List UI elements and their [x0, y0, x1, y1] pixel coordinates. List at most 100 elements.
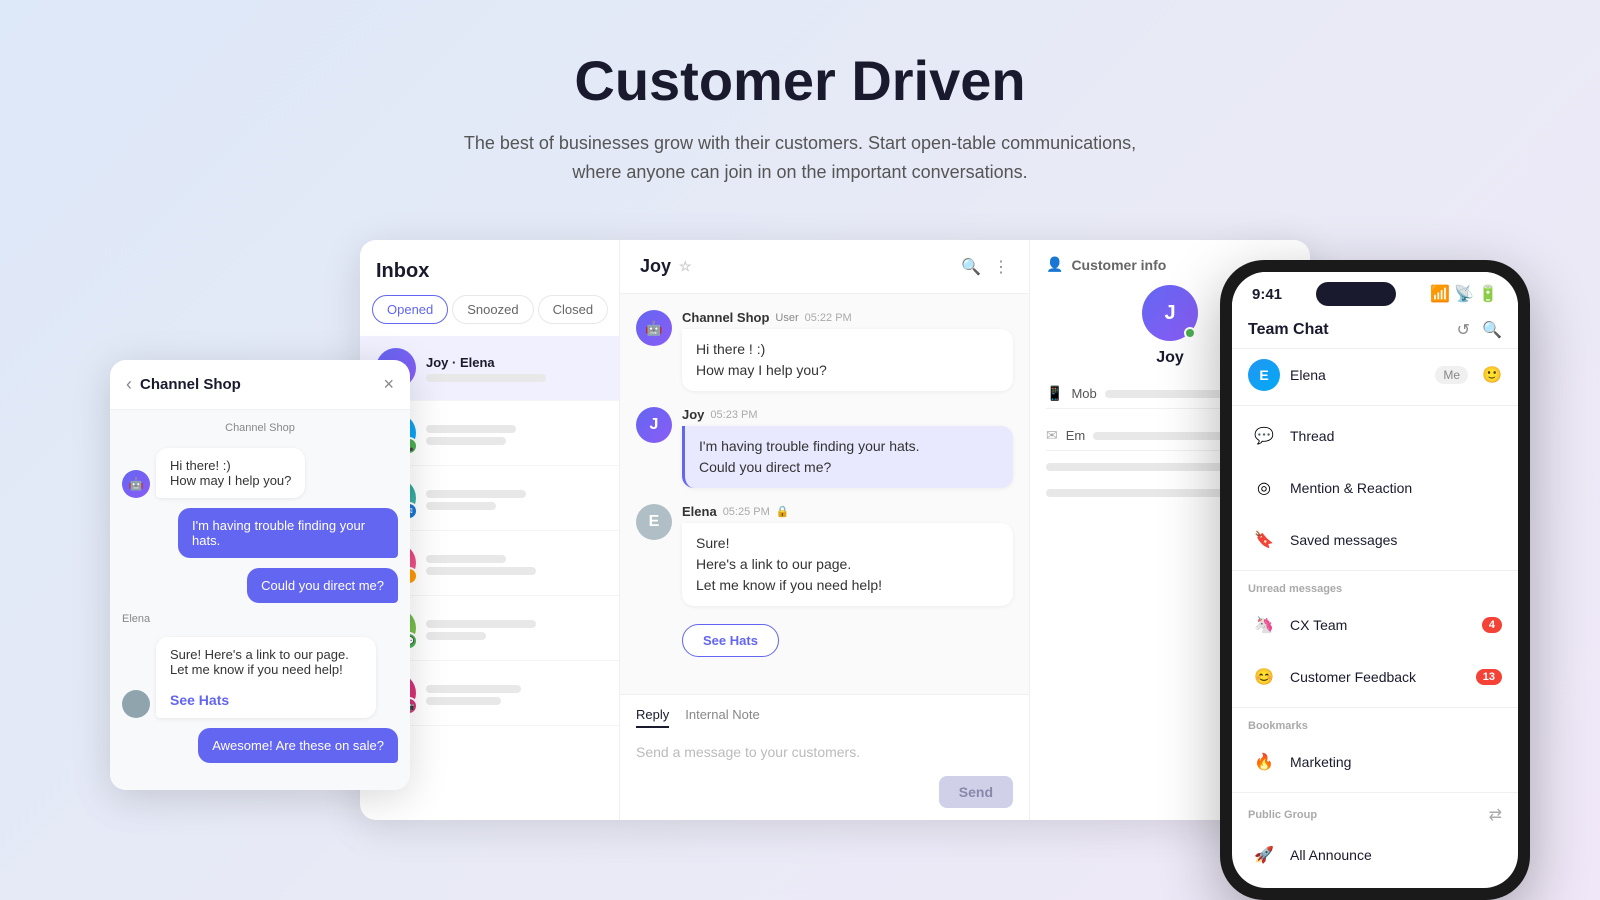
chat-panel: Joy ☆ 🔍 ⋮ 🤖 Channel Shop User 05	[620, 240, 1030, 820]
mention-icon: ◎	[1248, 472, 1280, 504]
main-heading: Customer Driven	[0, 48, 1600, 113]
emoji-icon: 🙂	[1482, 365, 1502, 385]
message-input[interactable]: Send a message to your customers.	[636, 736, 1013, 768]
phone-status-bar: 9:41 📶 📡 🔋	[1232, 272, 1518, 312]
close-button[interactable]: ×	[383, 374, 394, 395]
marketing-label: Marketing	[1290, 754, 1502, 770]
back-button[interactable]: ‹	[126, 374, 132, 395]
phone-pill	[1316, 282, 1396, 306]
inbox-tabs: Opened Snoozed Closed	[360, 295, 619, 336]
msg-bubble-highlighted: I'm having trouble finding your hats.Cou…	[682, 426, 1013, 488]
ui-area: ‹ Channel Shop × Channel Shop 🤖 Hi there…	[200, 240, 1400, 820]
agent-avatar: E	[636, 504, 672, 540]
chat-input-area: Reply Internal Note Send a message to yo…	[620, 694, 1029, 820]
feedback-badge: 13	[1476, 669, 1502, 685]
agent-avatar	[122, 690, 150, 718]
wifi-icon: 📡	[1454, 284, 1474, 304]
cx-team-icon: 🦄	[1248, 609, 1280, 641]
list-item[interactable]: 💬 Thread	[1232, 410, 1518, 462]
desktop-panel: Inbox Opened Snoozed Closed J Joy · Elen…	[360, 240, 1310, 820]
cx-team-label: CX Team	[1290, 617, 1472, 633]
customer-avatar: J	[1142, 285, 1198, 341]
list-item[interactable]: 🚀 All Announce	[1232, 829, 1518, 881]
bot-icon: 🤖	[122, 470, 150, 498]
online-indicator	[1184, 327, 1196, 339]
elena-label: Elena	[1290, 367, 1425, 383]
announce-icon: 🚀	[1248, 839, 1280, 871]
battery-icon: 🔋	[1478, 284, 1498, 304]
mobile-chat-title: Channel Shop	[140, 376, 241, 393]
main-subheading: The best of businesses grow with their c…	[450, 129, 1150, 187]
list-item[interactable]: 🔖 Saved messages	[1232, 514, 1518, 566]
phone-app-header: Team Chat ↺ 🔍	[1232, 312, 1518, 349]
list-item[interactable]: ◎ Mention & Reaction	[1232, 462, 1518, 514]
bookmarks-section-label: Bookmarks	[1232, 712, 1518, 736]
saved-label: Saved messages	[1290, 532, 1502, 548]
phone-app-title: Team Chat	[1248, 321, 1329, 339]
phone-screen: 9:41 📶 📡 🔋 Team Chat ↺ 🔍	[1232, 272, 1518, 888]
history-icon[interactable]: ↺	[1457, 320, 1470, 340]
mobile-chat-header: ‹ Channel Shop ×	[110, 360, 410, 410]
message-row: J Joy 05:23 PM I'm having trouble findin…	[636, 407, 1013, 488]
mobile-chat-body: Channel Shop 🤖 Hi there! :)How may I hel…	[110, 410, 410, 790]
page-header: Customer Driven The best of businesses g…	[0, 0, 1600, 219]
inbox-title: Inbox	[360, 240, 619, 295]
message-row: 🤖 Channel Shop User 05:22 PM Hi there ! …	[636, 310, 1013, 391]
msg-sender: Elena	[682, 504, 717, 519]
thread-label: Thread	[1290, 428, 1502, 444]
phone-mockup: 9:41 📶 📡 🔋 Team Chat ↺ 🔍	[1220, 260, 1530, 900]
customer-info-label: Customer info	[1071, 257, 1166, 273]
list-item[interactable]: 😊 Customer Feedback 13	[1232, 651, 1518, 703]
see-hats-link[interactable]: See Hats	[170, 692, 229, 708]
tab-opened[interactable]: Opened	[372, 295, 448, 324]
signal-icon: 📶	[1430, 284, 1450, 304]
tab-closed[interactable]: Closed	[538, 295, 608, 324]
feedback-label: Customer Feedback	[1290, 669, 1466, 685]
chat-header: Joy ☆ 🔍 ⋮	[620, 240, 1029, 294]
send-button[interactable]: Send	[939, 776, 1013, 808]
bot-message-1: Hi there! :)How may I help you?	[156, 448, 305, 498]
mobile-chat-widget: ‹ Channel Shop × Channel Shop 🤖 Hi there…	[110, 360, 410, 790]
search-icon[interactable]: 🔍	[961, 257, 981, 277]
elena-avatar: E	[1248, 359, 1280, 391]
phone-time: 9:41	[1252, 286, 1282, 303]
star-icon[interactable]: ☆	[679, 258, 692, 275]
user-message-1: I'm having trouble finding your hats.	[178, 508, 398, 558]
user-message-2: Could you direct me?	[247, 568, 398, 603]
msg-sender: Joy	[682, 407, 704, 422]
user-avatar: J	[636, 407, 672, 443]
me-badge: Me	[1435, 366, 1468, 384]
email-icon: ✉	[1046, 427, 1058, 444]
list-item[interactable]: 🌐 Sales	[1232, 881, 1518, 888]
see-hats-button[interactable]: See Hats	[682, 624, 779, 657]
public-section-label: Public Group	[1248, 809, 1317, 821]
list-item[interactable]: E Elena Me 🙂	[1232, 349, 1518, 401]
msg-bubble: Hi there ! :)How may I help you?	[682, 329, 1013, 391]
agent-name-label: Elena	[122, 613, 398, 625]
thread-icon: 💬	[1248, 420, 1280, 452]
phone-list: E Elena Me 🙂 💬 Thread ◎ Mention & Reacti…	[1232, 349, 1518, 888]
public-group-icon: ⇄	[1489, 805, 1502, 825]
msg-bubble-agent: Sure!Here's a link to our page.Let me kn…	[682, 523, 1013, 606]
internal-note-tab[interactable]: Internal Note	[685, 707, 759, 728]
chat-title: Joy	[640, 256, 671, 277]
message-row: E Elena 05:25 PM 🔒 Sure!Here's a link to…	[636, 504, 1013, 657]
phone-search-icon[interactable]: 🔍	[1482, 320, 1502, 340]
more-icon[interactable]: ⋮	[993, 257, 1009, 277]
unread-section-label: Unread messages	[1232, 575, 1518, 599]
marketing-icon: 🔥	[1248, 746, 1280, 778]
announce-label: All Announce	[1290, 847, 1502, 863]
reply-tab[interactable]: Reply	[636, 707, 669, 728]
bot-avatar: 🤖	[636, 310, 672, 346]
bot-label: Channel Shop	[122, 422, 398, 434]
msg-sender: Channel Shop	[682, 310, 769, 325]
tab-snoozed[interactable]: Snoozed	[452, 295, 533, 324]
list-item[interactable]: 🦄 CX Team 4	[1232, 599, 1518, 651]
mention-label: Mention & Reaction	[1290, 480, 1502, 496]
inbox-item-preview	[426, 374, 546, 382]
user-message-3: Awesome! Are these on sale?	[198, 728, 398, 763]
customer-name: Joy	[1156, 349, 1184, 367]
list-item[interactable]: 🔥 Marketing	[1232, 736, 1518, 788]
chat-messages: 🤖 Channel Shop User 05:22 PM Hi there ! …	[620, 294, 1029, 694]
cx-team-badge: 4	[1482, 617, 1502, 633]
